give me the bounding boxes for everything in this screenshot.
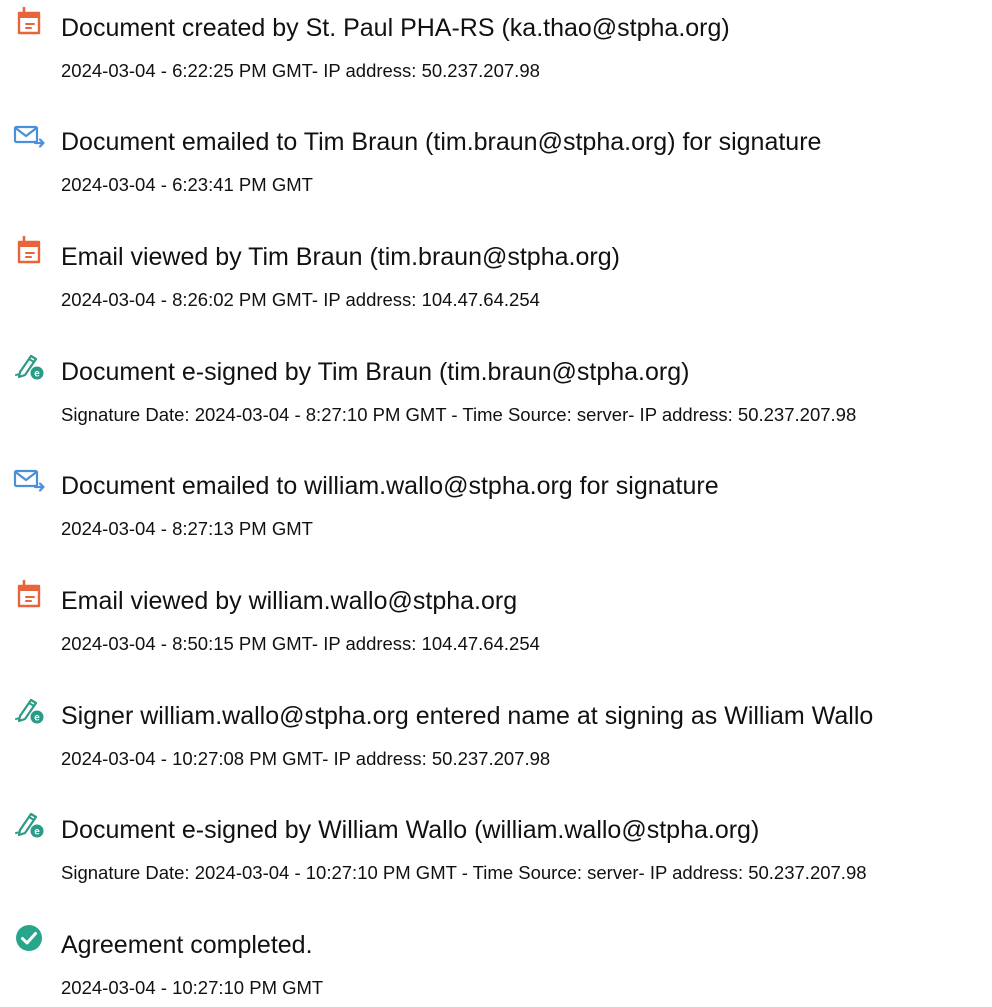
entry-title: Signer william.wallo@stpha.org entered n… (61, 702, 874, 730)
entry-title: Email viewed by william.wallo@stpha.org (61, 587, 518, 615)
esign-pen-icon: e (12, 348, 46, 382)
entry-title: Agreement completed. (61, 931, 313, 959)
document-viewed-icon (12, 577, 46, 611)
entry-title: Document created by St. Paul PHA-RS (ka.… (61, 14, 730, 42)
audit-entry: Email viewed by william.wallo@stpha.org … (0, 573, 992, 663)
audit-entry: e Document e-signed by Tim Braun (tim.br… (0, 344, 992, 434)
entry-title: Email viewed by Tim Braun (tim.braun@stp… (61, 243, 620, 271)
entry-detail: 2024-03-04 - 8:26:02 PM GMT- IP address:… (61, 289, 540, 310)
entry-title: Document e-signed by Tim Braun (tim.brau… (61, 358, 690, 386)
entry-detail: Signature Date: 2024-03-04 - 10:27:10 PM… (61, 862, 867, 883)
email-sent-icon (12, 118, 46, 152)
esign-pen-icon: e (12, 692, 46, 726)
entry-detail: 2024-03-04 - 6:23:41 PM GMT (61, 174, 313, 195)
svg-text:e: e (34, 369, 40, 380)
audit-log: Document created by St. Paul PHA-RS (ka.… (0, 0, 992, 998)
audit-entry: Document emailed to Tim Braun (tim.braun… (0, 114, 992, 204)
audit-entry: e Signer william.wallo@stpha.org entered… (0, 688, 992, 778)
entry-detail: Signature Date: 2024-03-04 - 8:27:10 PM … (61, 404, 857, 425)
entry-detail: 2024-03-04 - 8:27:13 PM GMT (61, 518, 313, 539)
esign-pen-icon: e (12, 806, 46, 840)
audit-entry: Email viewed by Tim Braun (tim.braun@stp… (0, 229, 992, 319)
entry-detail: 2024-03-04 - 10:27:08 PM GMT- IP address… (61, 748, 551, 769)
audit-entry: e Document e-signed by William Wallo (wi… (0, 802, 992, 892)
entry-title: Document e-signed by William Wallo (will… (61, 816, 760, 844)
svg-text:e: e (34, 827, 40, 838)
entry-title: Document emailed to william.wallo@stpha.… (61, 472, 719, 500)
email-sent-icon (12, 462, 46, 496)
audit-entry: Document emailed to william.wallo@stpha.… (0, 458, 992, 548)
svg-text:e: e (34, 713, 40, 724)
audit-entry: Document created by St. Paul PHA-RS (ka.… (0, 0, 992, 90)
entry-detail: 2024-03-04 - 8:50:15 PM GMT- IP address:… (61, 633, 540, 654)
audit-entry: Agreement completed. 2024-03-04 - 10:27:… (0, 917, 992, 1007)
entry-title: Document emailed to Tim Braun (tim.braun… (61, 128, 822, 156)
entry-detail: 2024-03-04 - 6:22:25 PM GMT- IP address:… (61, 60, 540, 81)
completed-check-icon (12, 921, 46, 955)
document-created-icon (12, 4, 46, 38)
document-viewed-icon (12, 233, 46, 267)
